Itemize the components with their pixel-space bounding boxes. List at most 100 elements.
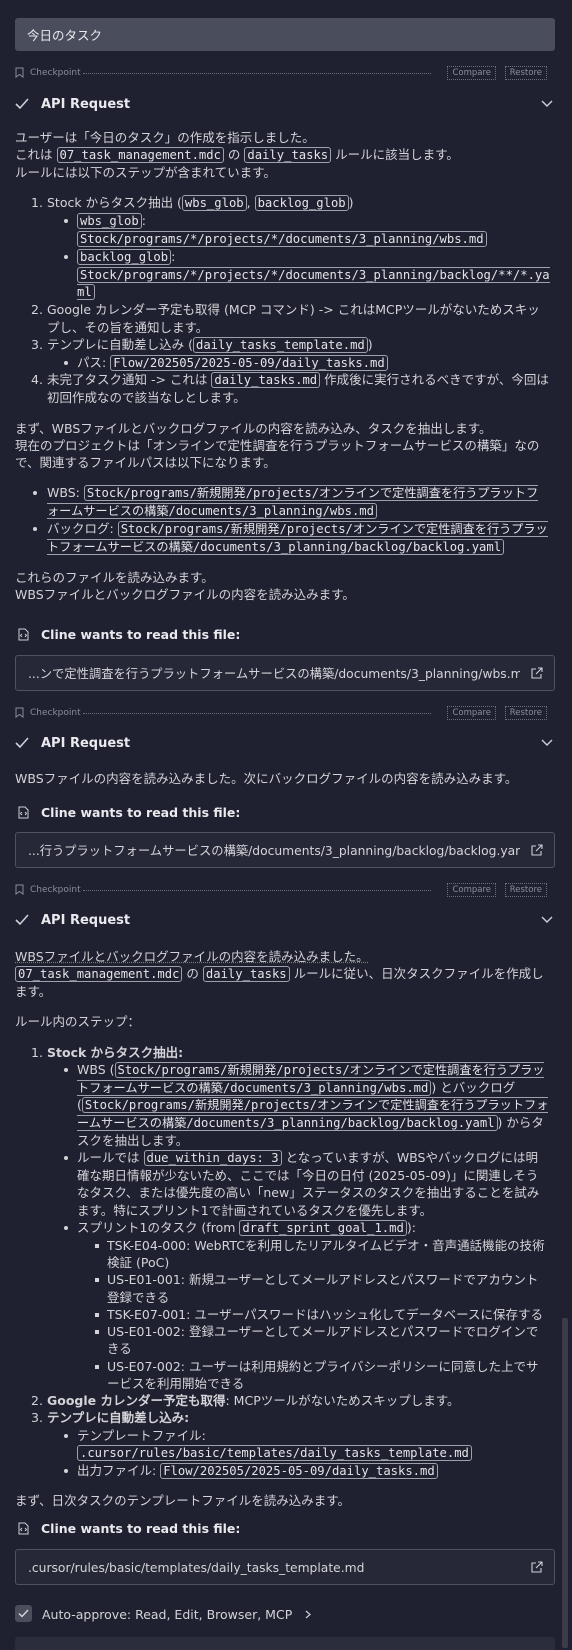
inline-code: wbs_glob [181, 195, 247, 212]
bookmark-icon [15, 707, 24, 718]
inline-code: due_within_days: 3 [143, 1150, 282, 1167]
task-title: 今日のタスク [27, 28, 103, 43]
inline-code: draft_sprint_goal_1.md [239, 1219, 407, 1236]
compare-button[interactable]: Compare [447, 66, 496, 80]
file-code-icon [18, 628, 29, 641]
inline-code: 07_task_management.mdc [56, 147, 224, 164]
assistant-message: ユーザーは「今日のタスク」の作成を指示しました。 これは 07_task_man… [15, 129, 550, 603]
bookmark-icon [15, 884, 24, 895]
chevron-down-icon[interactable] [541, 916, 553, 924]
cline-chat-panel: 今日のタスク Checkpoint Compare Restore API Re… [0, 0, 572, 1650]
api-request-header[interactable]: API Request [15, 734, 555, 754]
checkpoint-label: Checkpoint [30, 885, 81, 895]
file-path-box[interactable]: .cursor/rules/basic/templates/daily_task… [15, 1549, 555, 1585]
inline-code: Flow/202505/2025-05-09/daily_tasks.md [160, 1462, 438, 1479]
chevron-right-icon[interactable] [305, 1610, 311, 1619]
inline-code: daily_tasks.md [211, 372, 321, 389]
restore-button[interactable]: Restore [504, 66, 547, 80]
external-link-icon[interactable] [531, 667, 543, 679]
message-line: これらのファイルを読み込みます。 [15, 569, 214, 585]
task-item: US-E01-002: 登録ユーザーとしてメールアドレスとパスワードでログインで… [15, 1323, 550, 1358]
read-file-label: Cline wants to read this file: [41, 1521, 241, 1536]
inline-code: Stock/programs/*/projects/*/documents/3_… [77, 266, 550, 301]
checkpoint-label: Checkpoint [30, 68, 81, 78]
inline-code: backlog_glob [77, 248, 172, 265]
api-request-label: API Request [41, 736, 131, 751]
message-line: これは 07_task_management.mdc の daily_tasks… [15, 147, 459, 164]
inline-code: backlog_glob [254, 195, 349, 212]
checkpoint-row: Checkpoint Compare Restore [15, 883, 555, 897]
list-item: 出力ファイル: Flow/202505/2025-05-09/daily_tas… [15, 1462, 550, 1480]
list-item: 1. Stock からタスク抽出: [31, 1044, 184, 1060]
list-item: スプリント1のタスク (from draft_sprint_goal_1.md)… [15, 1219, 550, 1237]
read-file-label: Cline wants to read this file: [41, 805, 241, 820]
chat-input-area[interactable] [15, 1637, 555, 1650]
inline-code: 07_task_management.mdc [15, 966, 183, 983]
inline-code: daily_tasks [202, 966, 290, 983]
checkpoint-label: Checkpoint [30, 708, 81, 718]
assistant-message: WBSファイルとバックログファイルの内容を読み込みました。 07_task_ma… [15, 948, 550, 1510]
auto-approve-row[interactable]: Auto-approve: Read, Edit, Browser, MCP [15, 1605, 555, 1627]
check-icon [18, 1609, 29, 1618]
external-link-icon[interactable] [531, 844, 543, 856]
task-item: TSK-E04-000: WebRTCを利用したリアルタイムビデオ・音声通話機能… [15, 1237, 550, 1272]
bookmark-icon [15, 67, 24, 78]
steps-list: 1. Stock からタスク抽出 (wbs_glob, backlog_glob)… [15, 194, 550, 406]
read-file-title: Cline wants to read this file: [15, 804, 555, 822]
checkpoint-row: Checkpoint Compare Restore [15, 706, 555, 720]
assistant-message: WBSファイルの内容を読み込みました。次にバックログファイルの内容を読み込みます… [15, 770, 550, 787]
file-path-box[interactable]: ...行うプラットフォームサービスの構築/documents/3_plannin… [15, 832, 555, 868]
inline-code: wbs_glob [77, 213, 142, 230]
checkpoint-divider [83, 73, 431, 74]
chevron-down-icon[interactable] [541, 739, 553, 747]
read-file-title: Cline wants to read this file: [15, 1520, 555, 1538]
api-request-label: API Request [41, 97, 131, 112]
api-request-header[interactable]: API Request [15, 95, 555, 115]
task-item: US-E01-001: 新規ユーザーとしてメールアドレスとパスワードでアカウント… [15, 1271, 550, 1306]
file-code-icon [18, 1522, 29, 1535]
checkpoint-row: Checkpoint Compare Restore [15, 66, 555, 80]
task-item: US-E07-002: ユーザーは利用規約とプライバシーポリシーに同意した上でサ… [15, 1358, 550, 1393]
file-path: .cursor/rules/basic/templates/daily_task… [28, 1561, 365, 1575]
file-path-box[interactable]: ...ンで定性調査を行うプラットフォームサービスの構築/documents/3_… [15, 655, 555, 691]
message-line: 07_task_management.mdc の daily_tasks ルール… [15, 966, 544, 1000]
check-icon [15, 737, 29, 749]
list-item: wbs_glob: Stock/programs/*/projects/*/doc… [15, 212, 550, 248]
api-request-header[interactable]: API Request [15, 911, 555, 931]
inline-code: Stock/programs/新規開発/projects/オンラインで定性調査を… [77, 1097, 549, 1132]
inline-code: .cursor/rules/basic/templates/daily_task… [77, 1444, 472, 1461]
external-link-icon[interactable] [531, 1561, 543, 1573]
inline-code: Flow/202505/2025-05-09/daily_tasks.md [110, 354, 388, 371]
task-item: TSK-E07-001: ユーザーパスワードはハッシュ化してデータベースに保存す… [15, 1306, 550, 1323]
list-item: WBS: Stock/programs/新規開発/projects/オンラインで… [15, 484, 550, 520]
inline-code: Stock/programs/新規開発/projects/オンラインで定性調査を… [47, 520, 548, 555]
message-line: ルールには以下のステップが含まれています。 [15, 165, 276, 181]
list-item: テンプレートファイル: .cursor/rules/basic/templates… [15, 1427, 550, 1462]
chevron-down-icon[interactable] [541, 100, 553, 108]
list-item: 4. 未完了タスク通知 -> これは daily_tasks.md 作成後に実行さ… [31, 372, 549, 406]
list-item: ルールでは due_within_days: 3 となっていますが、WBSやバッ… [15, 1149, 550, 1219]
list-item: backlog_glob: Stock/programs/*/projects/*… [15, 248, 550, 301]
compare-button[interactable]: Compare [447, 883, 496, 897]
auto-approve-label: Auto-approve: Read, Edit, Browser, MCP [42, 1607, 293, 1622]
scrollbar[interactable] [562, 1318, 568, 1648]
list-item: 3. テンプレに自動差し込み (daily_tasks_template.md) [31, 336, 373, 353]
inline-code: daily_tasks [244, 147, 332, 164]
compare-button[interactable]: Compare [447, 706, 496, 720]
list-item: パス: Flow/202505/2025-05-09/daily_tasks.m… [15, 354, 550, 372]
read-file-label: Cline wants to read this file: [41, 627, 241, 642]
list-item: 2. Google カレンダー予定も取得 (MCP コマンド) -> これはMCP… [31, 302, 540, 335]
inline-code: Stock/programs/*/projects/*/documents/3_… [77, 230, 487, 247]
restore-button[interactable]: Restore [504, 883, 547, 897]
read-file-title: Cline wants to read this file: [15, 626, 555, 644]
auto-approve-checkbox[interactable] [15, 1605, 32, 1622]
message-line: ルール内のステップ： [15, 1014, 141, 1030]
list-item: 3. テンプレに自動差し込み: [31, 1410, 190, 1426]
inline-code: daily_tasks_template.md [192, 336, 368, 353]
message-line: 現在のプロジェクトは「オンラインで定性調査を行うプラットフォームサービスの構築」… [15, 437, 540, 471]
inline-code: Stock/programs/新規開発/projects/オンラインで定性調査を… [47, 485, 539, 520]
task-header[interactable]: 今日のタスク [15, 18, 555, 51]
message-line: WBSファイルとバックログファイルの内容を読み込みました。 [15, 949, 369, 964]
message-line: まず、WBSファイルとバックログファイルの内容を読み込み、タスクを抽出します。 [15, 420, 492, 436]
restore-button[interactable]: Restore [504, 706, 547, 720]
